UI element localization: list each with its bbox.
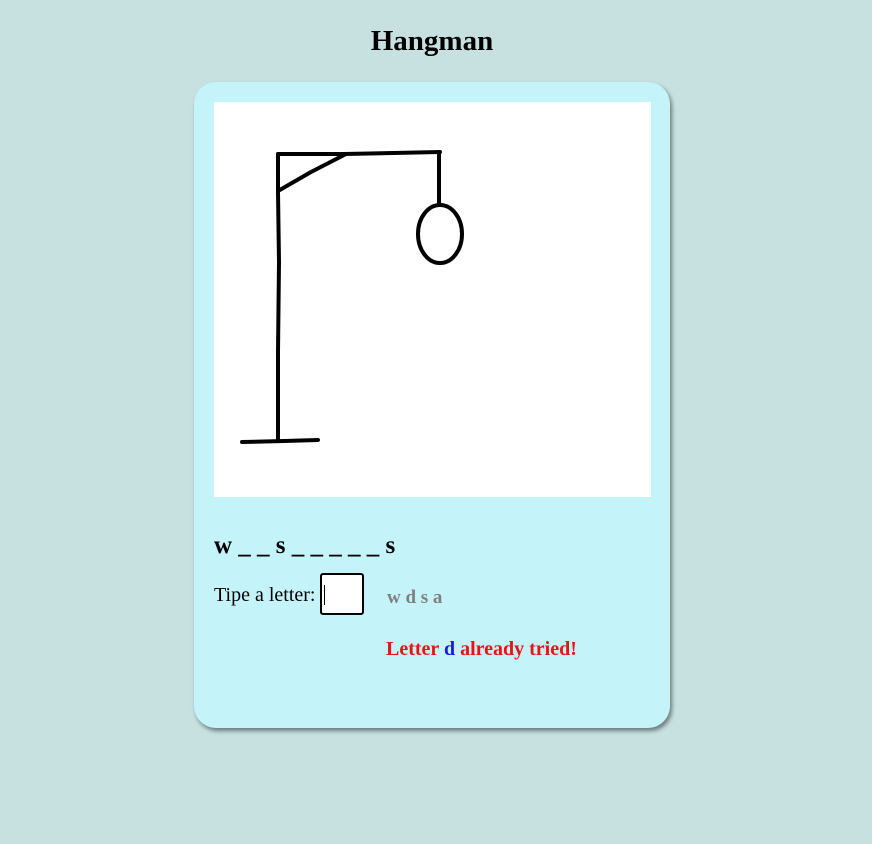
message-letter: d (443, 638, 456, 660)
hangman-canvas (214, 102, 651, 497)
gallows-brace (276, 152, 348, 193)
message-suffix: already tried! (460, 638, 577, 660)
page-title: Hangman (370, 25, 494, 57)
gallows-pole (276, 152, 281, 443)
message-prefix: Letter (386, 638, 439, 660)
hangman-head (416, 203, 464, 265)
text-caret (324, 585, 325, 605)
game-card: w _ _ s _ _ _ _ _ s Tipe a letter: w d s… (194, 82, 670, 728)
letter-input[interactable] (320, 573, 364, 615)
letter-input-label: Tipe a letter: (214, 584, 316, 606)
status-message: Letter d already tried! (386, 637, 577, 661)
word-display: w _ _ s _ _ _ _ _ s (214, 532, 396, 559)
tried-letters: w d s a (387, 587, 443, 608)
gallows-beam (276, 150, 442, 156)
hangman-drawing (240, 150, 464, 444)
